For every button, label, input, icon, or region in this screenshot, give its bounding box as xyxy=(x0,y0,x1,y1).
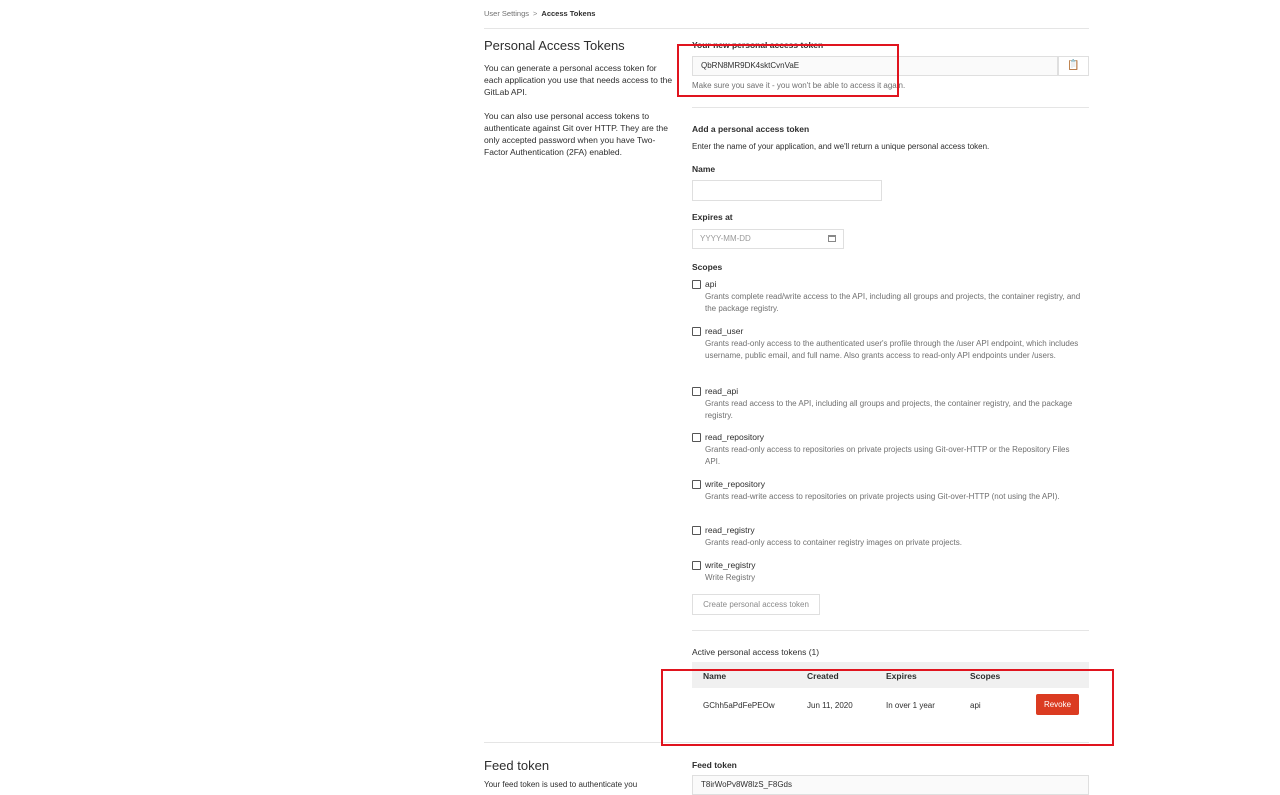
expires-label: Expires at xyxy=(692,212,733,222)
scope-description: Write Registry xyxy=(705,573,756,582)
scope-name: read_api xyxy=(705,386,739,396)
breadcrumb: User Settings > Access Tokens xyxy=(484,9,595,18)
scope-name: read_registry xyxy=(705,525,755,535)
name-label: Name xyxy=(692,164,716,174)
create-token-button[interactable]: Create personal access token xyxy=(692,594,820,615)
page-title: Personal Access Tokens xyxy=(484,38,625,53)
scope-name: read_user xyxy=(705,326,744,336)
scope-name: api xyxy=(705,279,717,289)
checkbox[interactable] xyxy=(692,433,701,442)
token-expires: In over 1 year xyxy=(886,701,935,710)
new-token-field[interactable]: QbRN8MR9DK4sktCvnVaE xyxy=(692,56,1058,76)
copy-token-button[interactable]: 📋 xyxy=(1058,56,1089,76)
intro-paragraph: You can generate a personal access token… xyxy=(484,63,673,97)
token-created: Jun 11, 2020 xyxy=(807,701,853,710)
expires-placeholder: YYYY-MM-DD xyxy=(700,234,751,243)
active-tokens-heading: Active personal access tokens (1) xyxy=(692,647,820,657)
git-http-paragraph: You can also use personal access tokens … xyxy=(484,111,668,157)
scope-name: write_repository xyxy=(705,479,765,489)
feed-token-description: Your feed token is used to authenticate … xyxy=(484,780,638,789)
feed-token-field[interactable]: T8irWoPv8W8lzS_F8Gds xyxy=(692,775,1089,795)
checkbox[interactable] xyxy=(692,526,701,535)
token-scopes: api xyxy=(970,701,981,710)
add-token-heading: Add a personal access token xyxy=(692,124,810,134)
revoke-button[interactable]: Revoke xyxy=(1036,694,1079,715)
add-token-intro: Enter the name of your application, and … xyxy=(692,142,990,151)
scope-description: Grants read-only access to repositories … xyxy=(705,445,1070,466)
name-input[interactable] xyxy=(692,180,882,201)
new-token-note: Make sure you save it - you won't be abl… xyxy=(692,81,906,90)
checkbox[interactable] xyxy=(692,561,701,570)
checkbox[interactable] xyxy=(692,480,701,489)
token-name: GChh5aPdFePEOw xyxy=(703,701,775,710)
expires-date-input[interactable]: YYYY-MM-DD xyxy=(692,229,844,249)
divider-feed xyxy=(484,742,1089,743)
checkbox[interactable] xyxy=(692,280,701,289)
feed-token-label: Feed token xyxy=(692,760,737,770)
column-scopes: Scopes xyxy=(970,671,1001,681)
scope-name: write_registry xyxy=(705,560,756,570)
column-created: Created xyxy=(807,671,839,681)
scope-description: Grants read-only access to the authentic… xyxy=(705,339,1079,360)
scope-description: Grants read-write access to repositories… xyxy=(705,492,1060,501)
divider-new-token xyxy=(692,107,1089,108)
breadcrumb-access-tokens[interactable]: Access Tokens xyxy=(541,9,595,18)
divider-active xyxy=(692,630,1089,631)
scope-description: Grants read-only access to container reg… xyxy=(705,538,963,547)
top-divider xyxy=(484,28,1089,29)
scope-description: Grants read access to the API, including… xyxy=(705,399,1073,420)
feed-token-title: Feed token xyxy=(484,758,550,773)
clipboard-icon: 📋 xyxy=(1067,60,1080,71)
checkbox[interactable] xyxy=(692,387,701,396)
breadcrumb-user-settings[interactable]: User Settings xyxy=(484,9,529,18)
new-token-label: Your new personal access token xyxy=(692,40,824,50)
scope-description: Grants complete read/write access to the… xyxy=(705,292,1081,313)
column-expires: Expires xyxy=(886,671,917,681)
scopes-label: Scopes xyxy=(692,262,723,272)
checkbox[interactable] xyxy=(692,327,701,336)
scope-name: read_repository xyxy=(705,432,765,442)
breadcrumb-separator: > xyxy=(533,9,538,18)
column-name: Name xyxy=(703,671,727,681)
calendar-icon[interactable] xyxy=(828,235,836,242)
tokens-table-header: Name Created Expires Scopes xyxy=(692,662,1089,688)
